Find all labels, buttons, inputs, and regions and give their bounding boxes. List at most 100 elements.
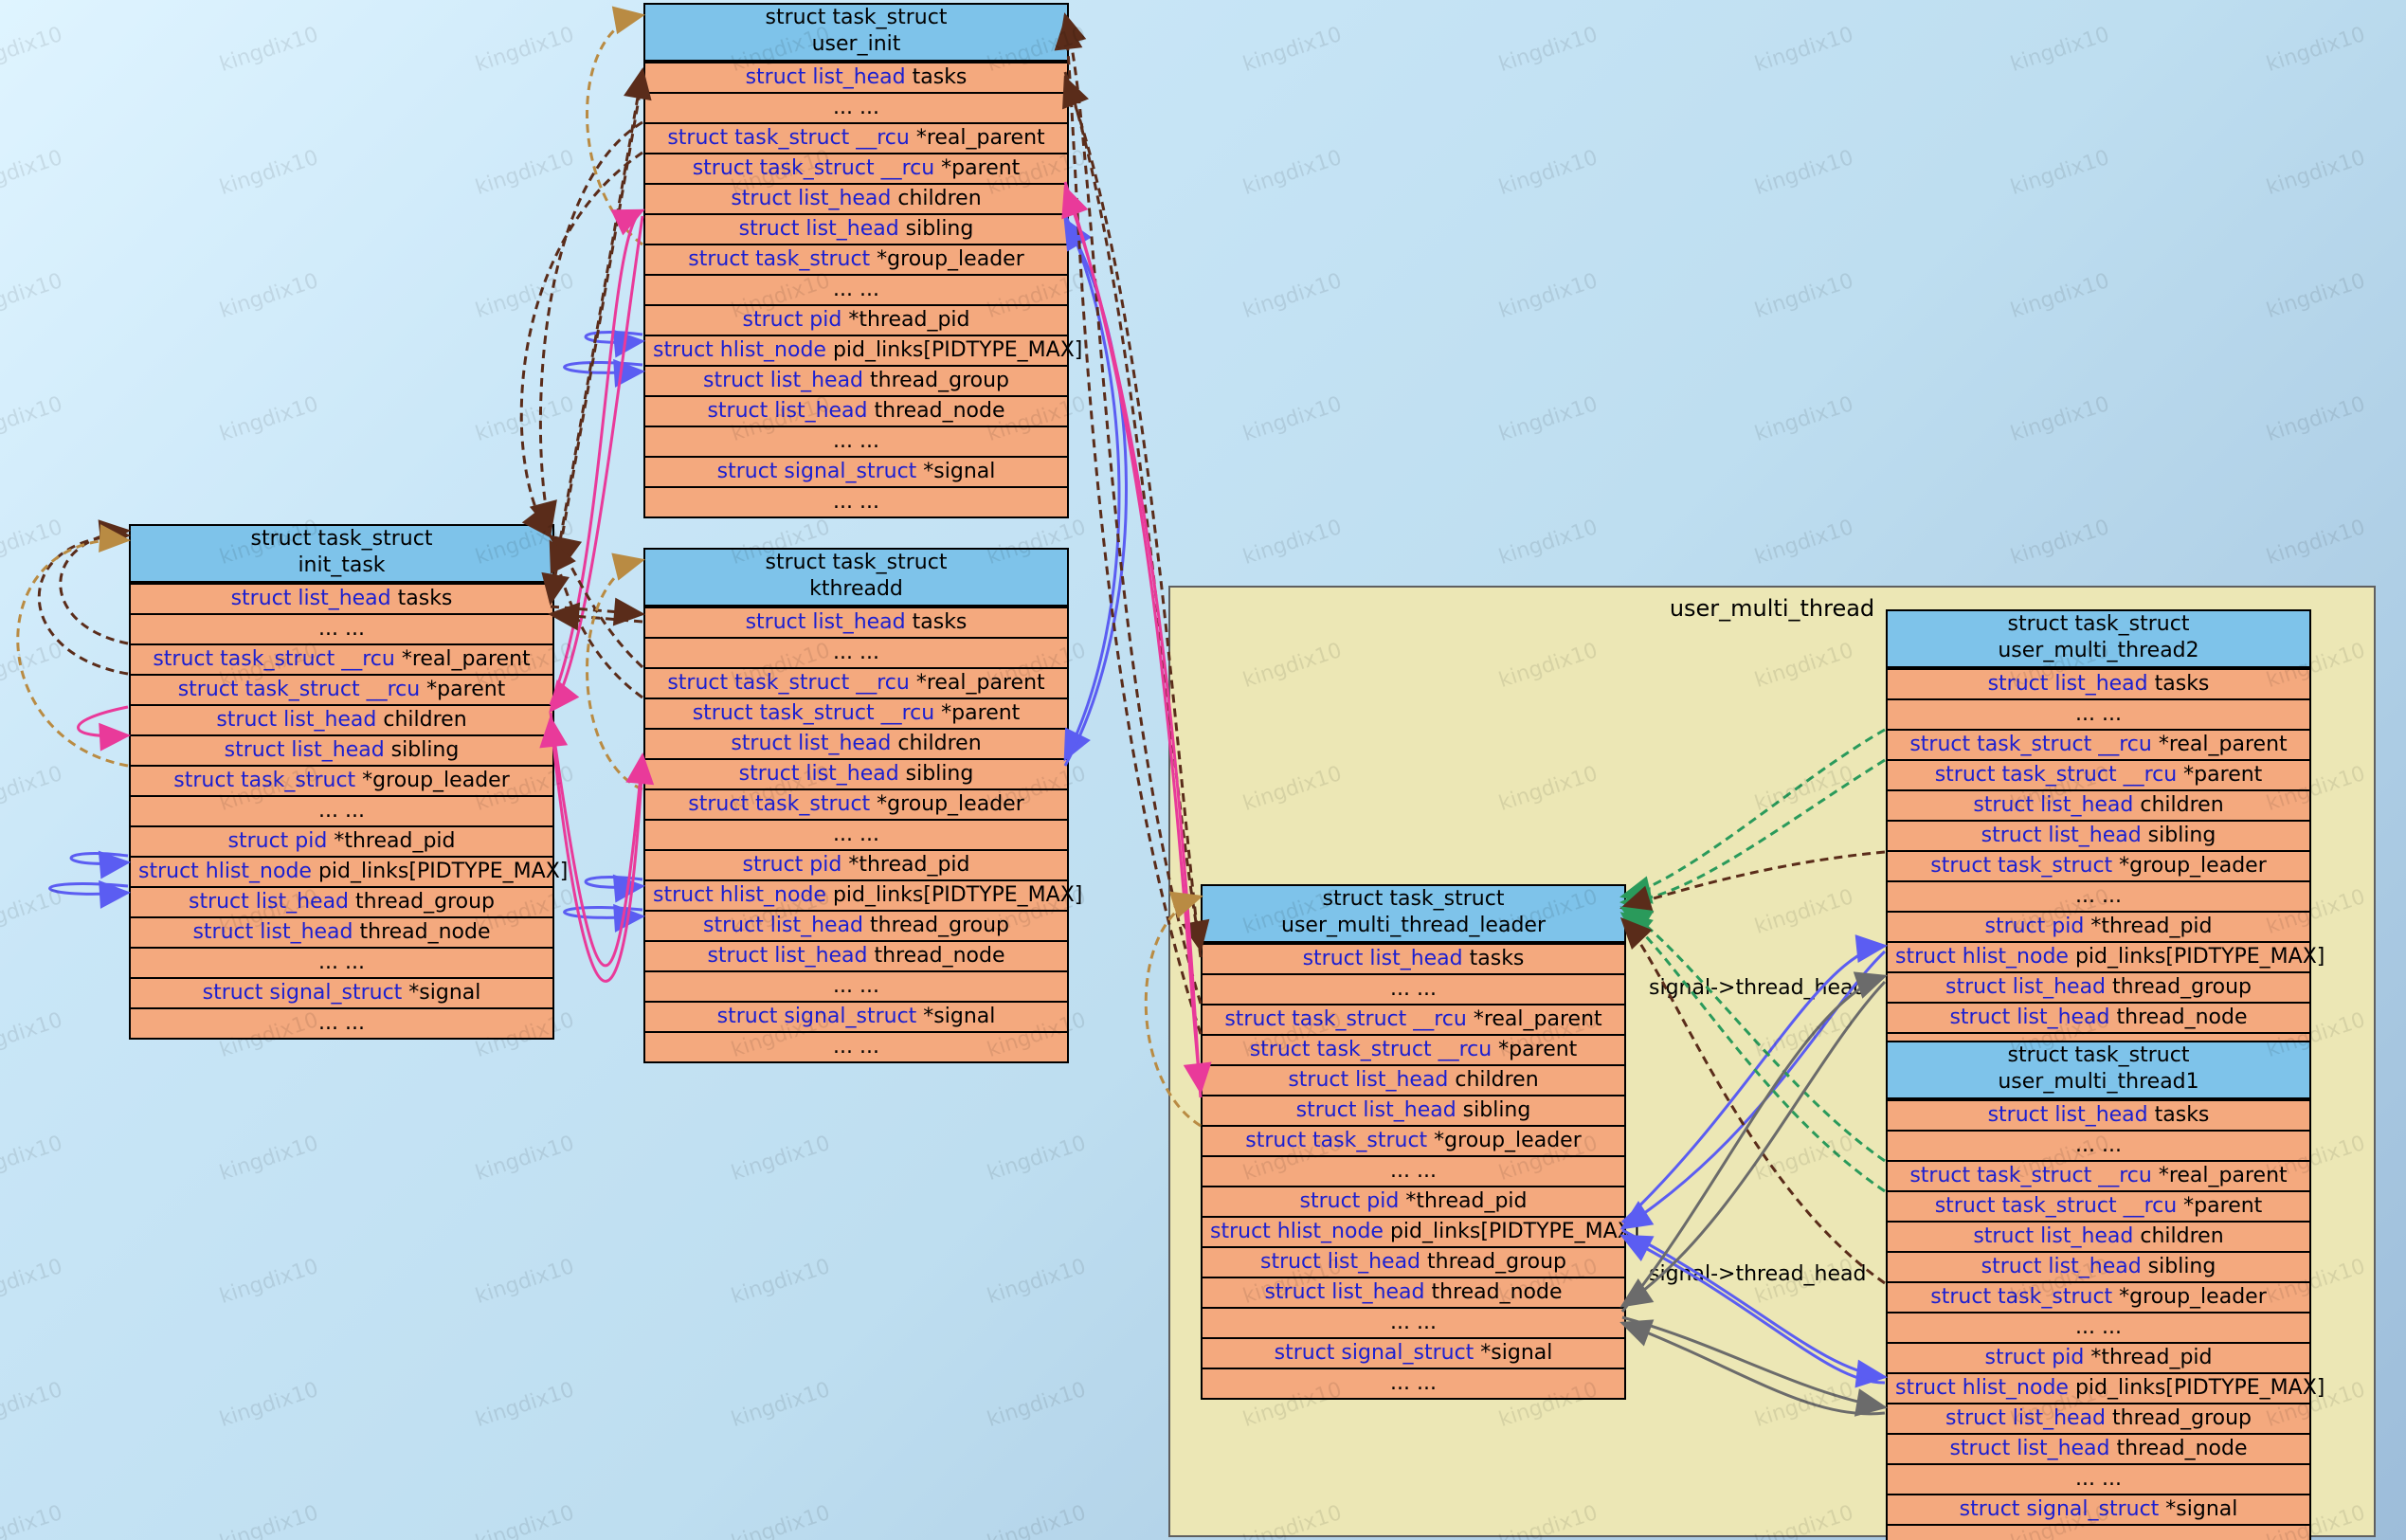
field-type: struct list_head — [225, 738, 385, 762]
watermark: kingdix10 — [473, 1132, 577, 1186]
edge — [521, 153, 642, 536]
field-type: struct task_struct __rcu — [178, 678, 421, 701]
field-name: *thread_pid — [841, 308, 969, 332]
field-name: *group_leader — [1427, 1129, 1582, 1152]
field-type: struct list_head — [231, 587, 391, 610]
field-name: *real_parent — [910, 126, 1045, 150]
field-group_leader: struct task_struct *group_leader — [1888, 1281, 2309, 1312]
field-name: ... ... — [2075, 1528, 2122, 1540]
field-type: struct list_head — [1973, 1224, 2133, 1248]
field-signal: struct signal_struct *signal — [1888, 1494, 2309, 1524]
field-name: *parent — [934, 156, 1020, 180]
watermark: kingdix10 — [0, 762, 65, 816]
field-name: thread_node — [1425, 1280, 1563, 1304]
field-real_parent: struct task_struct __rcu *real_parent — [645, 122, 1067, 153]
field-type: struct hlist_node — [1895, 1376, 2069, 1400]
task-subtitle: init_task — [131, 553, 552, 583]
field-real_parent: struct task_struct __rcu *real_parent — [131, 643, 552, 674]
watermark: kingdix10 — [985, 1132, 1089, 1186]
field-name: ... ... — [1390, 977, 1437, 1001]
field-name: *thread_pid — [841, 853, 969, 877]
field-dots: ... ... — [1203, 1368, 1624, 1398]
field-tasks: struct list_head tasks — [1888, 1099, 2309, 1130]
field-thread_node: struct list_head thread_node — [131, 916, 552, 947]
field-type: struct task_struct __rcu — [1250, 1038, 1492, 1061]
watermark: kingdix10 — [1496, 23, 1601, 77]
watermark: kingdix10 — [1496, 392, 1601, 446]
edge — [50, 884, 129, 895]
task-subtitle: user_multi_thread2 — [1888, 638, 2309, 668]
task-title: struct task_struct — [1888, 611, 2309, 638]
edge — [551, 718, 642, 981]
field-sibling: struct list_head sibling — [645, 758, 1067, 788]
field-thread_group: struct list_head thread_group — [1888, 1403, 2309, 1433]
field-name: sibling — [899, 217, 974, 241]
field-parent: struct task_struct __rcu *parent — [645, 698, 1067, 728]
edge — [18, 540, 128, 766]
watermark: kingdix10 — [0, 23, 65, 77]
field-pid_links: struct hlist_node pid_links[PIDTYPE_MAX] — [1203, 1216, 1624, 1246]
field-thread_node: struct list_head thread_node — [1203, 1277, 1624, 1307]
field-name: thread_group — [863, 914, 1009, 937]
field-type: struct list_head — [1988, 1103, 2148, 1127]
field-tasks: struct list_head tasks — [1203, 943, 1624, 973]
field-name: ... ... — [833, 490, 879, 514]
field-signal: struct signal_struct *signal — [645, 456, 1067, 486]
watermark: kingdix10 — [1240, 392, 1345, 446]
watermark: kingdix10 — [217, 392, 321, 446]
field-dots: ... ... — [645, 970, 1067, 1001]
field-dots: ... ... — [1888, 880, 2309, 911]
field-type: struct signal_struct — [1275, 1341, 1474, 1365]
field-dots: ... ... — [1203, 1307, 1624, 1337]
field-parent: struct task_struct __rcu *parent — [1888, 759, 2309, 789]
field-name: *group_leader — [870, 792, 1024, 816]
edge — [79, 707, 129, 736]
field-dots: ... ... — [1888, 1463, 2309, 1494]
field-name: *thread_pid — [327, 829, 455, 853]
watermark: kingdix10 — [2264, 392, 2368, 446]
field-sibling: struct list_head sibling — [1888, 820, 2309, 850]
field-group_leader: struct task_struct *group_leader — [1203, 1125, 1624, 1155]
watermark: kingdix10 — [2008, 23, 2112, 77]
watermark: kingdix10 — [473, 146, 577, 200]
field-name: ... ... — [833, 1035, 879, 1059]
field-dots: ... ... — [1888, 1130, 2309, 1160]
field-name: ... ... — [2075, 1315, 2122, 1339]
watermark: kingdix10 — [473, 1501, 577, 1540]
field-sibling: struct list_head sibling — [645, 213, 1067, 244]
field-thread_node: struct list_head thread_node — [1888, 1002, 2309, 1032]
task-title: struct task_struct — [131, 526, 552, 553]
field-type: struct list_head — [1949, 1006, 2109, 1029]
field-name: pid_links[PIDTYPE_MAX] — [2069, 945, 2325, 969]
field-tasks: struct list_head tasks — [1888, 668, 2309, 698]
task-subtitle: user_multi_thread_leader — [1203, 913, 1624, 943]
field-name: pid_links[PIDTYPE_MAX] — [826, 338, 1082, 362]
task-subtitle: user_multi_thread1 — [1888, 1069, 2309, 1099]
watermark: kingdix10 — [217, 1378, 321, 1432]
task-title: struct task_struct — [1203, 886, 1624, 913]
edge — [551, 210, 642, 705]
watermark: kingdix10 — [1240, 269, 1345, 323]
watermark: kingdix10 — [1240, 146, 1345, 200]
field-name: ... ... — [318, 799, 365, 823]
field-name: *group_leader — [2112, 854, 2267, 878]
edge — [588, 15, 643, 245]
field-type: struct task_struct __rcu — [153, 647, 395, 671]
field-type: struct list_head — [739, 762, 899, 786]
field-thread_node: struct list_head thread_node — [645, 395, 1067, 426]
field-name: tasks — [2148, 672, 2210, 696]
field-dots: ... ... — [645, 274, 1067, 304]
field-name: ... ... — [2075, 1467, 2122, 1491]
field-type: struct list_head — [1296, 1098, 1456, 1122]
watermark: kingdix10 — [473, 1255, 577, 1309]
edge — [1065, 220, 1127, 766]
field-type: struct task_struct — [173, 769, 355, 792]
field-type: struct pid — [1985, 1346, 2085, 1369]
field-name: sibling — [2142, 824, 2216, 847]
edge — [586, 878, 642, 888]
field-type: struct list_head — [731, 187, 891, 210]
watermark: kingdix10 — [0, 1255, 65, 1309]
task-title: struct task_struct — [645, 5, 1067, 31]
field-dots: ... ... — [1888, 1312, 2309, 1342]
field-name: *parent — [934, 701, 1020, 725]
